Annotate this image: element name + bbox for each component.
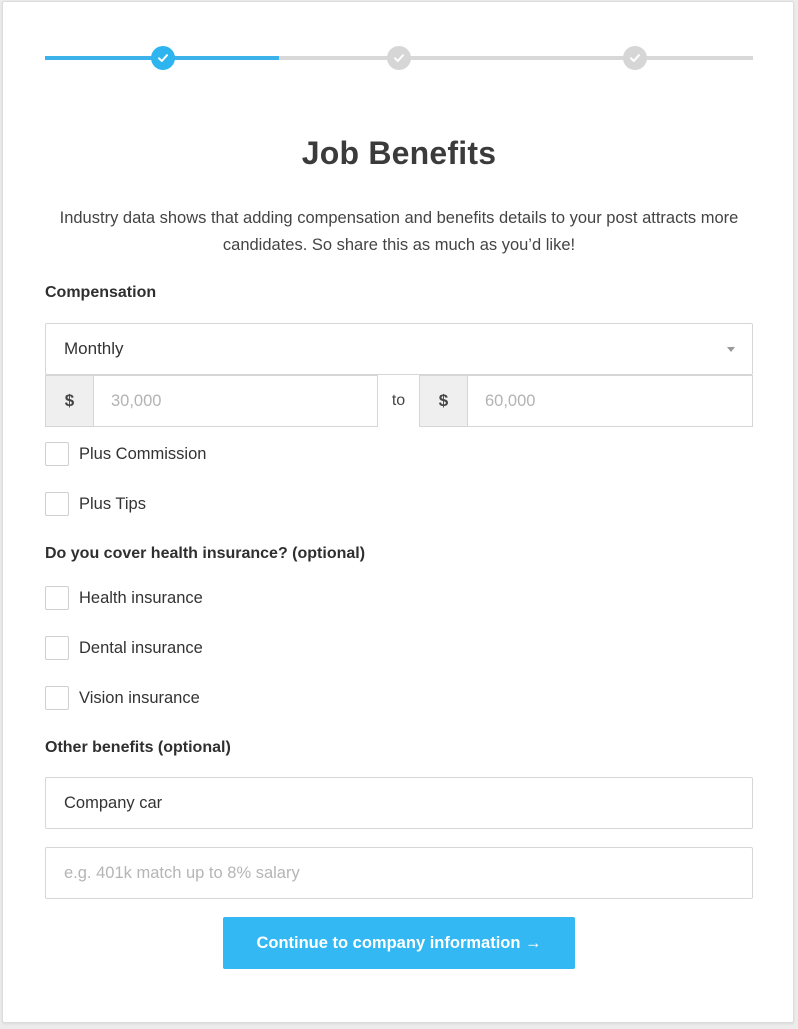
salary-min-field: $ — [45, 375, 378, 427]
health-insurance-checkbox[interactable]: Health insurance — [45, 586, 203, 610]
checkbox-box[interactable] — [45, 492, 69, 516]
plus-tips-checkbox[interactable]: Plus Tips — [45, 492, 146, 516]
compensation-period-value: Monthly — [64, 339, 124, 358]
other-benefit-input-1[interactable] — [45, 777, 753, 829]
checkbox-box[interactable] — [45, 686, 69, 710]
vision-insurance-checkbox[interactable]: Vision insurance — [45, 686, 200, 710]
page-title: Job Benefits — [301, 135, 497, 171]
currency-prefix: $ — [46, 376, 94, 426]
checkbox-box[interactable] — [45, 442, 69, 466]
other-benefit-input-2[interactable] — [45, 847, 753, 899]
progress-track-remaining — [279, 56, 753, 60]
salary-max-input[interactable] — [468, 376, 752, 426]
plus-commission-checkbox[interactable]: Plus Commission — [45, 442, 206, 466]
dental-insurance-checkbox[interactable]: Dental insurance — [45, 636, 203, 660]
salary-max-field: $ — [419, 375, 753, 427]
compensation-label: Compensation — [45, 284, 157, 301]
checkbox-box[interactable] — [45, 636, 69, 660]
checkbox-label: Vision insurance — [79, 688, 200, 707]
other-benefits-label: Other benefits (optional) — [45, 739, 231, 756]
step-3-check-icon — [623, 46, 647, 70]
health-insurance-label: Do you cover health insurance? (optional… — [45, 545, 366, 562]
progress-stepper — [45, 44, 753, 74]
caret-down-icon — [727, 347, 735, 352]
checkbox-label: Dental insurance — [79, 638, 203, 657]
checkbox-label: Plus Tips — [79, 494, 146, 513]
currency-prefix: $ — [420, 376, 468, 426]
intro-text: Industry data shows that adding compensa… — [59, 209, 739, 254]
checkbox-label: Plus Commission — [79, 444, 207, 463]
checkbox-box[interactable] — [45, 586, 69, 610]
job-benefits-card: Job Benefits Industry data shows that ad… — [2, 1, 794, 1023]
step-1-check-icon — [151, 46, 175, 70]
range-to-label: to — [391, 392, 406, 409]
checkbox-label: Health insurance — [79, 588, 203, 607]
step-2-check-icon — [387, 46, 411, 70]
compensation-period-select[interactable]: Monthly — [45, 323, 753, 375]
continue-button[interactable]: Continue to company information → — [223, 917, 575, 969]
salary-min-input[interactable] — [94, 376, 377, 426]
